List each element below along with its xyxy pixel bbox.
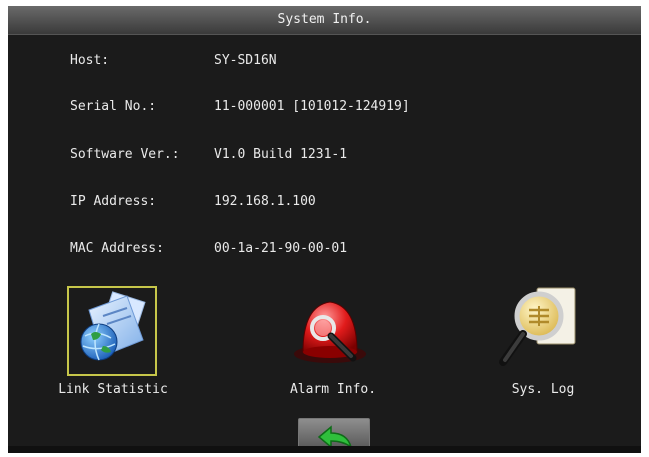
host-value: SY-SD16N	[214, 53, 277, 68]
link-statistic-button[interactable]	[67, 286, 157, 376]
link-statistic-label: Link Statistic	[58, 382, 168, 397]
sys-log-button[interactable]	[493, 278, 583, 368]
mac-address-label: MAC Address:	[70, 241, 164, 256]
serial-value: 11-000001 [101012-124919]	[214, 99, 410, 114]
ip-address-label: IP Address:	[70, 194, 157, 209]
software-version-label: Software Ver.:	[70, 147, 180, 162]
bottom-bar	[8, 446, 641, 453]
host-label: Host:	[70, 53, 110, 68]
serial-label: Serial No.:	[70, 99, 157, 114]
alarm-info-label: Alarm Info.	[289, 382, 377, 397]
globe-document-icon	[80, 291, 146, 361]
ip-address-value: 192.168.1.100	[214, 194, 316, 209]
sys-log-label: Sys. Log	[511, 382, 575, 397]
alarm-info-button[interactable]	[285, 286, 375, 376]
window-title: System Info.	[8, 6, 641, 35]
software-version-value: V1.0 Build 1231-1	[214, 147, 348, 162]
alarm-siren-icon	[294, 301, 366, 363]
mac-address-value: 00-1a-21-90-00-01	[214, 241, 348, 256]
magnifier-log-icon	[499, 287, 576, 366]
system-info-screen: System Info. Host: SY-SD16N Serial No.: …	[8, 6, 641, 453]
